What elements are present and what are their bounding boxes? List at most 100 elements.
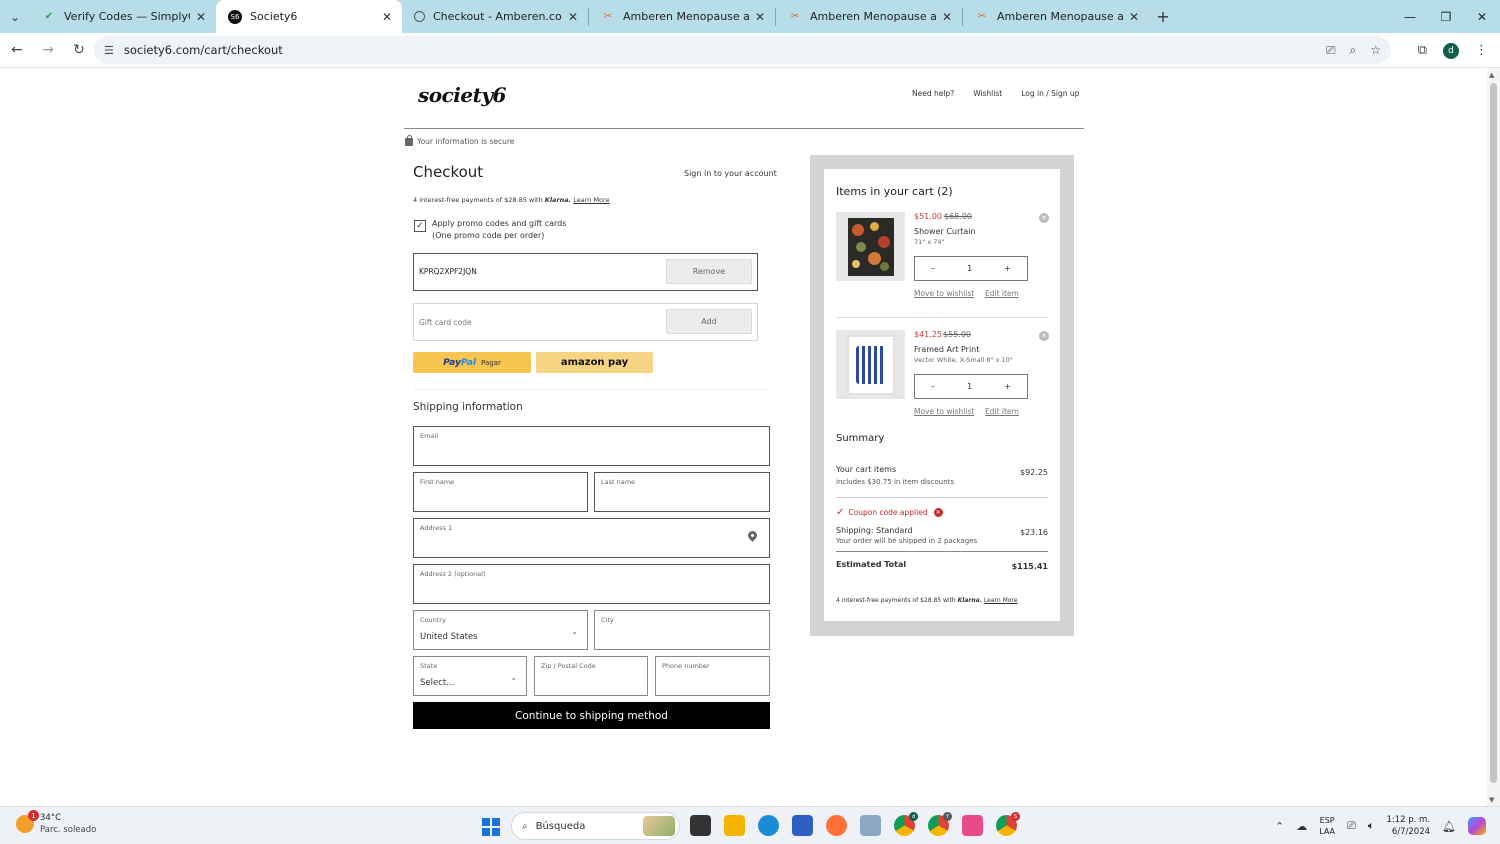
first-name-field[interactable]: First name <box>413 472 588 512</box>
zip-field[interactable]: Zip / Postal Code <box>534 656 648 696</box>
chrome-profile-3-icon[interactable]: S <box>996 812 1020 836</box>
close-tab-icon[interactable]: ✕ <box>382 10 392 24</box>
profile-avatar[interactable]: d <box>1443 42 1459 59</box>
gift-card-field[interactable]: Gift card code Add <box>413 303 758 341</box>
volume-icon[interactable]: 🔈︎ <box>1368 819 1375 833</box>
edit-item-link[interactable]: Edit item <box>985 407 1019 416</box>
klarna-learn-more-link[interactable]: Learn More <box>984 597 1018 604</box>
url-bar[interactable]: ☰ society6.com/cart/checkout ⎚ ⌕ ☆ <box>94 36 1391 64</box>
page-scrollbar[interactable]: ▲ ▼ <box>1487 69 1500 806</box>
copilot-icon[interactable] <box>1468 817 1486 835</box>
extensions-icon[interactable]: ⧉ <box>1418 43 1427 58</box>
menu-kebab-icon[interactable]: ⋮ <box>1475 43 1488 58</box>
quantity-stepper[interactable]: – 1 + <box>914 256 1028 281</box>
phone-field[interactable]: Phone number <box>655 656 770 696</box>
country-select[interactable]: Country United States ⌄ <box>413 610 588 650</box>
restore-icon[interactable]: ❐ <box>1428 0 1464 33</box>
chrome-icon[interactable]: d <box>894 812 918 836</box>
decrease-qty-button[interactable]: – <box>931 382 935 391</box>
promo-label-line1: Apply promo codes and gift cards <box>432 219 567 228</box>
zoom-icon[interactable]: ⌕ <box>1350 43 1357 58</box>
item-divider <box>836 317 1048 318</box>
edit-item-link[interactable]: Edit item <box>985 289 1019 298</box>
summary-divider <box>836 551 1048 552</box>
remove-item-icon[interactable]: ✕ <box>1039 331 1049 341</box>
file-explorer-icon[interactable] <box>724 815 745 836</box>
add-gift-card-button[interactable]: Add <box>666 309 752 334</box>
state-select[interactable]: State Select... ⌄ <box>413 656 527 696</box>
qty-value: 1 <box>967 264 973 273</box>
tab-amberen-checkout[interactable]: Checkout - Amberen.com ✕ <box>402 0 588 33</box>
amazon-pay-button[interactable]: amazon pay <box>536 352 653 373</box>
windows-start-icon[interactable] <box>482 818 500 836</box>
chrome-profile-2-icon[interactable]: Y <box>928 812 952 836</box>
shower-curtain-thumbnail[interactable] <box>836 212 905 281</box>
address2-field[interactable]: Address 2 (optional) <box>413 564 770 604</box>
firefox-icon[interactable] <box>826 815 847 836</box>
move-to-wishlist-link[interactable]: Move to wishlist <box>914 289 974 298</box>
email-field[interactable]: Email <box>413 426 770 466</box>
increase-qty-button[interactable]: + <box>1004 382 1011 391</box>
location-pin-icon[interactable] <box>746 529 759 542</box>
clock[interactable]: 1:12 p. m. 6/7/2024 <box>1386 814 1430 838</box>
network-icon[interactable]: ⎚ <box>1347 819 1356 833</box>
scroll-up-icon[interactable]: ▲ <box>1489 71 1494 79</box>
quantity-stepper[interactable]: – 1 + <box>914 374 1028 399</box>
promo-code-field[interactable]: KPRQ2XPF2JQN Remove <box>413 253 758 291</box>
close-tab-icon[interactable]: ✕ <box>755 10 765 24</box>
framed-art-thumbnail[interactable] <box>836 330 905 399</box>
taskbar-search[interactable]: ⌕ Búsqueda <box>511 812 680 840</box>
onedrive-cloud-icon[interactable]: ☁ <box>1296 820 1307 833</box>
continue-to-shipping-button[interactable]: Continue to shipping method <box>413 702 770 729</box>
new-tab-button[interactable]: + <box>1149 7 1177 26</box>
tab-amberen-2[interactable]: ✂ Amberen Menopause and Perin ✕ <box>776 0 962 33</box>
scrollbar-thumb[interactable] <box>1490 83 1497 783</box>
remove-promo-button[interactable]: Remove <box>666 259 752 284</box>
install-app-icon[interactable]: ⎚ <box>1326 43 1336 58</box>
notification-bell-icon[interactable]: 🔔︎ <box>1442 820 1456 833</box>
minimize-icon[interactable]: — <box>1392 0 1428 33</box>
promo-codes-checkbox[interactable]: ✓ <box>414 220 426 232</box>
remove-coupon-icon[interactable]: ✕ <box>933 508 943 517</box>
scroll-down-icon[interactable]: ▼ <box>1489 796 1494 804</box>
close-window-icon[interactable]: ✕ <box>1464 0 1500 33</box>
address1-field[interactable]: Address 1 <box>413 518 770 558</box>
site-settings-icon[interactable]: ☰ <box>104 44 114 57</box>
tab-amberen-1[interactable]: ✂ Amberen Menopause and Perin ✕ <box>589 0 775 33</box>
app-pink-icon[interactable] <box>962 815 983 836</box>
move-to-wishlist-link[interactable]: Move to wishlist <box>914 407 974 416</box>
email-label: Email <box>420 432 439 440</box>
forward-arrow-icon[interactable]: → <box>34 36 62 64</box>
tab-amberen-3[interactable]: ✂ Amberen Menopause and Perin ✕ <box>963 0 1149 33</box>
increase-qty-button[interactable]: + <box>1004 264 1011 273</box>
decrease-qty-button[interactable]: – <box>931 264 935 273</box>
close-tab-icon[interactable]: ✕ <box>568 10 578 24</box>
society6-logo[interactable]: society6 <box>418 83 506 107</box>
wishlist-link[interactable]: Wishlist <box>973 89 1002 98</box>
sign-in-link[interactable]: Sign in to your account <box>684 169 777 178</box>
close-tab-icon[interactable]: ✕ <box>942 10 952 24</box>
weather-widget[interactable]: 1 34°C Parc. soleado <box>16 810 96 836</box>
close-tab-icon[interactable]: ✕ <box>196 10 206 24</box>
store-icon[interactable] <box>792 815 813 836</box>
bookmark-star-icon[interactable]: ☆ <box>1370 43 1381 57</box>
tab-search-icon[interactable]: ⌄ <box>0 0 30 33</box>
back-arrow-icon[interactable]: ← <box>3 36 31 64</box>
reload-icon[interactable]: ↻ <box>65 36 93 64</box>
close-tab-icon[interactable]: ✕ <box>1129 10 1139 24</box>
tab-simplycodes[interactable]: ✔ Verify Codes — SimplyCodes ✕ <box>30 0 216 33</box>
chevron-up-icon[interactable]: ⌃ <box>1275 820 1284 833</box>
last-name-field[interactable]: Last name <box>594 472 770 512</box>
task-view-icon[interactable] <box>690 815 711 836</box>
language-indicator[interactable]: ESP LAA <box>1319 815 1335 837</box>
login-signup-link[interactable]: Log in / Sign up <box>1021 89 1079 98</box>
app-icon[interactable] <box>860 815 881 836</box>
klarna-learn-more-link[interactable]: Learn More <box>573 196 609 204</box>
remove-item-icon[interactable]: ✕ <box>1039 213 1049 223</box>
state-value: Select... <box>420 678 455 688</box>
city-field[interactable]: City <box>594 610 770 650</box>
edge-icon[interactable] <box>758 815 779 836</box>
paypal-button[interactable]: Pay Pal Pagar <box>413 352 531 373</box>
tab-society6[interactable]: S6 Society6 ✕ <box>216 0 402 33</box>
need-help-link[interactable]: Need help? <box>912 89 954 98</box>
